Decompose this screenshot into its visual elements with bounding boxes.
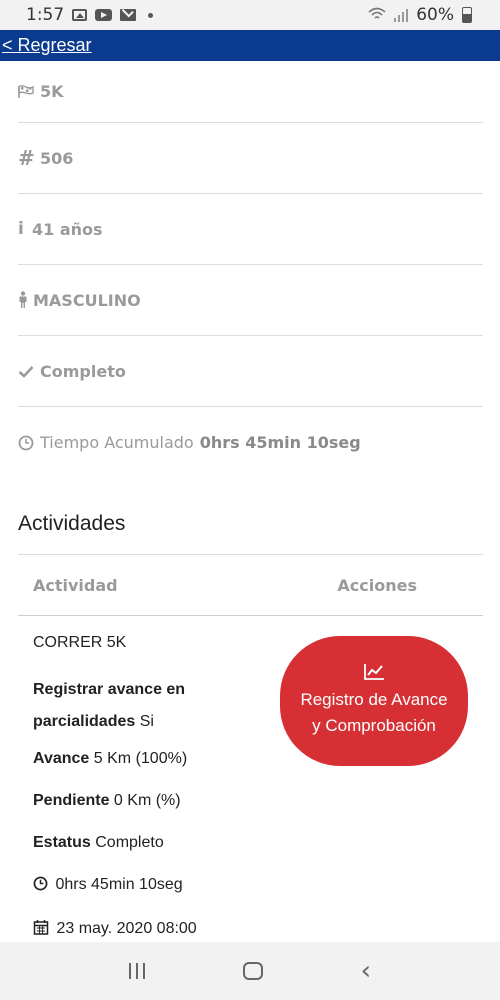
chart-icon [364, 664, 384, 680]
distance-value: 5K [40, 82, 64, 101]
header-actions: Acciones [337, 575, 417, 595]
mail-notification-icon [120, 9, 137, 21]
status-time: 1:57 [26, 5, 65, 25]
status-label: Estatus [33, 834, 91, 851]
age-value: 41 años [32, 219, 103, 239]
advance-value: 5 Km (100%) [93, 750, 188, 767]
time-label: Tiempo Acumulado [40, 433, 194, 452]
gender-value: MASCULINO [33, 290, 141, 310]
status-value: Completo [40, 361, 126, 381]
home-button[interactable] [242, 962, 263, 980]
register-progress-button-label: Registro de Avance y Comprobación [300, 690, 448, 735]
pending-value: 0 Km (%) [113, 792, 181, 809]
recent-apps-button[interactable] [128, 963, 145, 979]
register-label: Registrar avance en parcialidades [33, 681, 186, 730]
date-value: 23 may. 2020 08:00 [56, 920, 197, 937]
back-button[interactable]: ‹ [361, 956, 371, 986]
check-icon [18, 365, 40, 378]
signal-icon [394, 8, 409, 22]
battery-icon [462, 7, 472, 23]
flag-icon [18, 84, 40, 99]
register-progress-button[interactable]: Registro de Avance y Comprobación [280, 636, 468, 766]
table-row: CORRER 5K Registrar avance en parcialida… [18, 616, 483, 978]
table-header: Actividad Acciones [18, 554, 483, 616]
info-row-time: Tiempo Acumulado 0hrs 45min 10seg [18, 407, 483, 478]
duration-value: 0hrs 45min 10seg [55, 876, 183, 893]
register-value: Si [139, 713, 154, 730]
android-nav-bar: ‹ [0, 942, 500, 1000]
status-bar: 1:57 60% [0, 0, 500, 30]
wifi-icon [368, 6, 386, 25]
pending-line: Pendiente 0 Km (%) [33, 790, 468, 811]
time-value: 0hrs 45min 10seg [199, 433, 361, 452]
pending-label: Pendiente [33, 792, 110, 809]
duration-line: 0hrs 45min 10seg [33, 874, 468, 897]
info-row-distance: 5K [18, 61, 483, 123]
activities-title: Actividades [18, 512, 126, 535]
youtube-notification-icon [95, 9, 113, 21]
activities-table: Actividad Acciones CORRER 5K Registrar a… [18, 554, 483, 978]
info-icon: i [18, 219, 24, 239]
photo-notification-icon [72, 9, 88, 21]
info-row-status: Completo [18, 336, 483, 407]
hash-icon: # [18, 146, 35, 170]
male-icon [18, 291, 33, 309]
header-activity: Actividad [33, 575, 118, 595]
info-row-bib: # 506 [18, 123, 483, 194]
battery-percent: 60% [416, 5, 454, 25]
info-row-gender: MASCULINO [18, 265, 483, 336]
date-line: 23 may. 2020 08:00 [33, 918, 468, 941]
advance-label: Avance [33, 750, 90, 767]
register-partial-line: Registrar avance en parcialidades Si [33, 674, 233, 738]
status-line: Estatus Completo [33, 832, 468, 853]
calendar-icon [33, 919, 49, 941]
clock-icon [33, 876, 48, 897]
status-line-value: Completo [95, 834, 164, 851]
info-row-age: i 41 años [18, 194, 483, 265]
more-notifications-icon [148, 12, 154, 18]
bib-value: 506 [40, 148, 74, 168]
back-link[interactable]: < Regresar [0, 35, 92, 56]
top-nav-bar: < Regresar [0, 30, 500, 61]
runner-info-list: 5K # 506 i 41 años MASCULINO Completo Ti… [18, 61, 483, 478]
clock-icon [18, 435, 40, 451]
